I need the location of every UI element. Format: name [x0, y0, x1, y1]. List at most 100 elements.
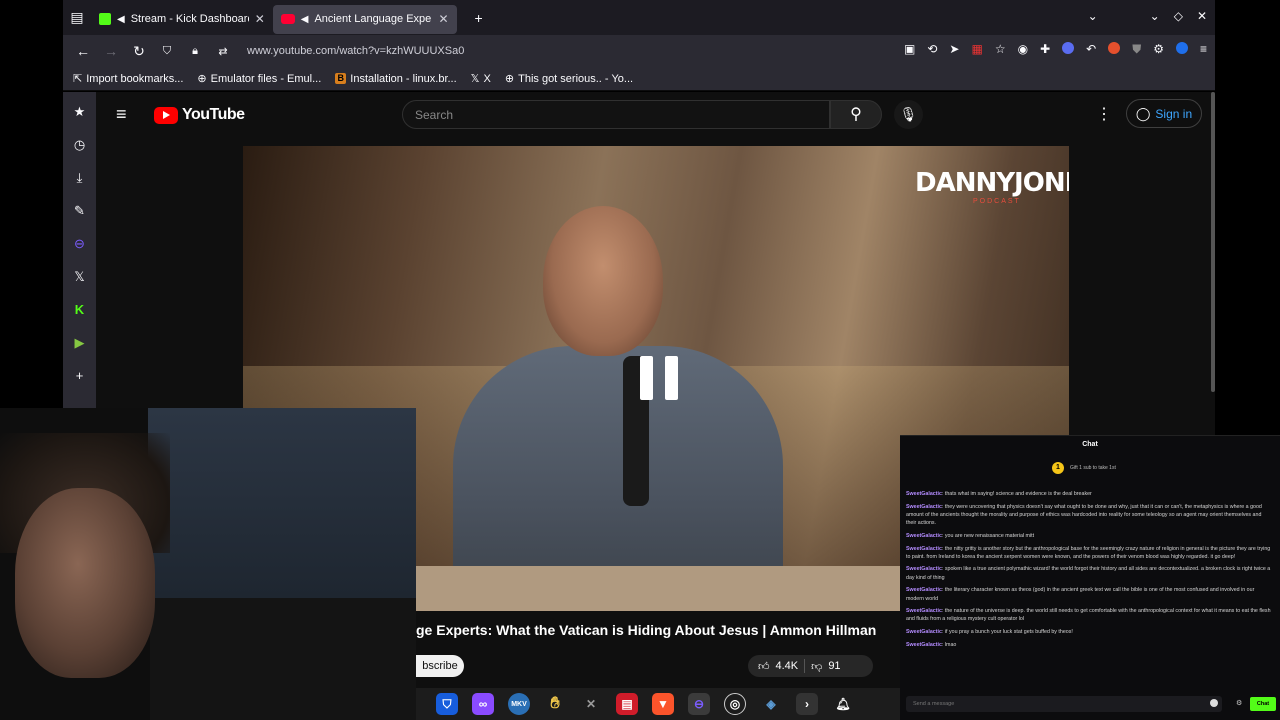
- chat-username[interactable]: SweetGalactic: [906, 608, 942, 614]
- bookmark-emulator[interactable]: ⊕ Emulator files - Emul...: [197, 72, 321, 86]
- back-icon[interactable]: ←: [69, 43, 97, 59]
- speaker-icon[interactable]: ◀: [117, 14, 125, 25]
- picture-icon[interactable]: ▣: [904, 42, 915, 57]
- tab-label: Ancient Language Expe: [314, 13, 432, 25]
- forward-icon[interactable]: →: [97, 43, 125, 59]
- rumble-icon[interactable]: ▶: [70, 333, 90, 352]
- bookmark-label: Installation - linux.br...: [350, 72, 457, 85]
- chat-username[interactable]: SweetGalactic: [906, 491, 942, 497]
- reload-icon[interactable]: ↻: [125, 43, 153, 60]
- shield-icon[interactable]: ⛉: [153, 45, 181, 58]
- kick-studio-icon[interactable]: ⊖: [688, 693, 710, 715]
- chat-message: SweetGalactic: you are new renaissance m…: [906, 532, 1035, 539]
- puzzle-icon[interactable]: ⚙: [1153, 42, 1164, 57]
- gift-banner[interactable]: 1 Gift 1 sub to take 1st: [1052, 462, 1116, 474]
- chat-username[interactable]: SweetGalactic: [906, 504, 942, 510]
- voice-search-button[interactable]: 🎙︎: [894, 100, 923, 129]
- more-options-icon[interactable]: ⋮: [1096, 104, 1112, 124]
- url-bar[interactable]: www.youtube.com/watch?v=kzhWUUUXSa0: [247, 45, 464, 57]
- kick-icon[interactable]: K: [70, 300, 90, 319]
- ublock-icon[interactable]: ⛊: [1132, 42, 1141, 57]
- speaker-icon[interactable]: ◀: [301, 14, 309, 25]
- history-icon[interactable]: ◷: [70, 135, 90, 154]
- add-panel-icon[interactable]: +: [70, 366, 90, 385]
- chat-input[interactable]: Send a message: [906, 696, 1222, 712]
- chat-settings-icon[interactable]: ⚙: [1236, 699, 1242, 707]
- app-icon[interactable]: ◈: [760, 693, 782, 715]
- lock-icon[interactable]: 🔒︎: [181, 45, 209, 58]
- flag-icon[interactable]: ▦: [971, 42, 982, 57]
- bookmark-installation[interactable]: B Installation - linux.br...: [335, 72, 457, 85]
- dislike-count[interactable]: 91: [828, 660, 840, 672]
- permissions-icon[interactable]: ⇄: [209, 45, 237, 58]
- bookmark-youtube[interactable]: ⊕ This got serious.. - Yo...: [505, 72, 633, 86]
- obs-icon[interactable]: ◎: [724, 693, 746, 715]
- youtube-logo[interactable]: YouTube: [154, 106, 245, 124]
- mic-icon: 🎙︎: [899, 106, 918, 122]
- logo-text: YouTube: [182, 106, 245, 123]
- blue-ext-icon[interactable]: [1175, 42, 1188, 54]
- chat-username[interactable]: SweetGalactic: [906, 642, 942, 648]
- bookmark-star-icon[interactable]: ☆: [995, 42, 1006, 57]
- chat-username[interactable]: SweetGalactic: [906, 566, 942, 572]
- like-count[interactable]: 4.4K: [776, 660, 799, 672]
- thumbs-down-icon[interactable]: 👎︎: [811, 660, 822, 673]
- tab-kick-dashboard[interactable]: ◀ Stream - Kick Dashboard ✕: [91, 5, 273, 34]
- close-window-icon[interactable]: ✕: [1197, 9, 1207, 23]
- emoji-icon[interactable]: [1210, 699, 1218, 707]
- red-app-icon[interactable]: ▤: [616, 693, 638, 715]
- brave-ext-icon[interactable]: [1108, 42, 1121, 54]
- close-tab-icon[interactable]: ✕: [438, 12, 448, 26]
- notifications-icon[interactable]: 🔔︎: [832, 693, 854, 715]
- chat-send-button[interactable]: Chat: [1250, 697, 1276, 711]
- subscribe-button[interactable]: bscribe: [416, 655, 464, 677]
- sign-in-label: Sign in: [1155, 106, 1193, 121]
- x-icon[interactable]: 𝕏: [70, 267, 90, 286]
- browser-navbar: ← → ↻ ⛉ 🔒︎ ⇄ www.youtube.com/watch?v=kzh…: [63, 35, 1215, 67]
- terminal-icon[interactable]: ›: [796, 693, 818, 715]
- tab-overflow-icon[interactable]: ⌄: [1088, 9, 1098, 23]
- chat-username[interactable]: SweetGalactic: [906, 546, 942, 552]
- maximize-icon[interactable]: ◇: [1174, 9, 1183, 23]
- thumbs-up-icon[interactable]: 👍︎: [758, 660, 770, 673]
- minimize-icon[interactable]: ⌄: [1150, 9, 1160, 23]
- proton-icon[interactable]: ∞: [472, 693, 494, 715]
- account-icon[interactable]: ◉: [1018, 42, 1028, 57]
- search-icon: ⚲: [850, 106, 862, 123]
- star-icon[interactable]: ★: [70, 102, 90, 121]
- hamburger-menu-icon[interactable]: ≡: [116, 104, 127, 125]
- page-scrollbar[interactable]: [1211, 92, 1215, 392]
- send-icon[interactable]: ➤: [949, 42, 959, 57]
- chat-username[interactable]: SweetGalactic: [906, 533, 942, 539]
- profile-icon[interactable]: [1062, 42, 1075, 54]
- search-input[interactable]: Search: [402, 100, 830, 129]
- download-icon[interactable]: ⤓: [70, 168, 90, 187]
- taskbar: ⛉ ∞ MKV ✋︎ ✕ ▤ ▼ ⊖ ◎ ◈ › 🔔︎: [416, 688, 900, 720]
- bookmark-import[interactable]: ⇱ Import bookmarks...: [73, 72, 184, 86]
- bookmark-label: Import bookmarks...: [86, 72, 184, 85]
- hand-icon[interactable]: ✋︎: [544, 693, 566, 715]
- tools-icon[interactable]: ✕: [580, 693, 602, 715]
- translate-icon[interactable]: ⟲: [927, 42, 937, 57]
- screen: ▤ ◀ Stream - Kick Dashboard ✕ ◀ Ancient …: [0, 0, 1280, 720]
- search-button[interactable]: ⚲: [830, 100, 882, 129]
- brave-icon[interactable]: ▼: [652, 693, 674, 715]
- bookmark-x[interactable]: 𝕏 X: [471, 72, 491, 86]
- undo-icon[interactable]: ↶: [1086, 42, 1096, 57]
- bitwarden-icon[interactable]: ⛉: [436, 693, 458, 715]
- mkv-icon[interactable]: MKV: [508, 693, 530, 715]
- proton-icon[interactable]: ⊖: [70, 234, 90, 253]
- like-dislike-group: 👍︎ 4.4K 👎︎ 91: [748, 655, 873, 677]
- tab-list-icon[interactable]: ▤: [63, 9, 91, 26]
- chat-username[interactable]: SweetGalactic: [906, 629, 942, 635]
- pause-icon[interactable]: [640, 356, 680, 400]
- extensions-icon[interactable]: ✚: [1040, 42, 1050, 57]
- pen-icon[interactable]: ✎: [70, 201, 90, 220]
- chat-username[interactable]: SweetGalactic: [906, 587, 942, 593]
- new-tab-icon[interactable]: +: [465, 10, 493, 26]
- tab-youtube[interactable]: ◀ Ancient Language Expe ✕: [272, 4, 457, 34]
- sign-in-button[interactable]: ◯ Sign in: [1126, 99, 1202, 128]
- close-tab-icon[interactable]: ✕: [255, 12, 265, 26]
- chat-text: if you pray a bunch your luck stat gets …: [944, 629, 1073, 636]
- menu-icon[interactable]: ≡: [1200, 42, 1207, 57]
